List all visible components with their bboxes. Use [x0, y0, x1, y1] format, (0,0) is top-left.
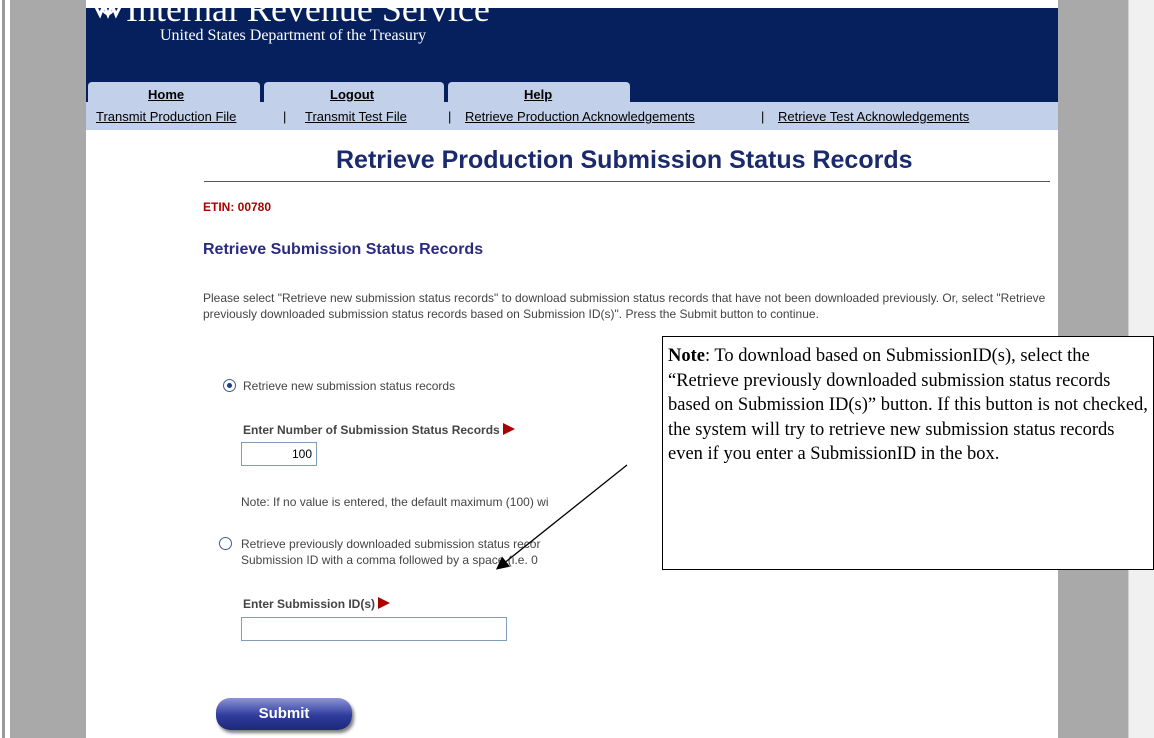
submission-ids-label: Enter Submission ID(s) — [243, 597, 391, 611]
radio-retrieve-previous[interactable] — [219, 537, 232, 550]
note-callout-text: : To download based on SubmissionID(s), … — [668, 346, 1148, 464]
tab-logout-label[interactable]: Logout — [330, 87, 374, 102]
link-transmit-production-file[interactable]: Transmit Production File — [96, 109, 236, 124]
radio-retrieve-new-label[interactable]: Retrieve new submission status records — [243, 379, 455, 393]
note-callout: Note: To download based on SubmissionID(… — [662, 336, 1154, 570]
page-margin-left — [10, 0, 86, 738]
title-divider — [204, 181, 1050, 182]
section-title: Retrieve Submission Status Records — [203, 241, 484, 258]
link-transmit-test-file[interactable]: Transmit Test File — [305, 109, 407, 124]
radio-selected-dot — [227, 383, 232, 388]
required-arrow-icon — [378, 597, 391, 609]
link-retrieve-test-acknowledgements[interactable]: Retrieve Test Acknowledgements — [778, 109, 969, 124]
sub-navigation: Transmit Production File | Transmit Test… — [86, 102, 1058, 130]
submission-ids-input[interactable] — [241, 617, 507, 641]
record-count-input[interactable] — [241, 442, 317, 466]
tab-help-label[interactable]: Help — [524, 87, 552, 102]
nav-separator: | — [283, 109, 287, 124]
radio-retrieve-previous-hint: Submission ID with a comma followed by a… — [241, 553, 538, 567]
radio-retrieve-previous-label[interactable]: Retrieve previously downloaded submissio… — [241, 537, 540, 551]
default-maximum-note: Note: If no value is entered, the defaul… — [241, 495, 549, 509]
submit-button[interactable]: Submit — [216, 698, 352, 730]
page-title: Retrieve Production Submission Status Re… — [336, 146, 913, 174]
radio-retrieve-new[interactable] — [223, 379, 236, 392]
nav-separator: | — [448, 109, 452, 124]
irs-eagle-logo-icon — [94, 8, 122, 20]
intro-text: Please select "Retrieve new submission s… — [203, 291, 1046, 321]
required-arrow-icon — [502, 423, 515, 435]
window-frame-left — [0, 0, 10, 738]
nav-separator: | — [761, 109, 765, 124]
tab-home-label[interactable]: Home — [148, 87, 184, 102]
department-name: United States Department of the Treasury — [160, 27, 427, 44]
etin-label: ETIN: 00780 — [203, 200, 272, 214]
link-retrieve-production-acknowledgements[interactable]: Retrieve Production Acknowledgements — [465, 109, 695, 124]
note-callout-heading: Note — [668, 346, 705, 366]
record-count-label-text: Enter Number of Submission Status Record… — [243, 423, 500, 437]
irs-header-banner: Internal Revenue Service United States D… — [86, 8, 1058, 102]
record-count-label: Enter Number of Submission Status Record… — [243, 423, 515, 437]
submission-ids-label-text: Enter Submission ID(s) — [243, 597, 376, 611]
